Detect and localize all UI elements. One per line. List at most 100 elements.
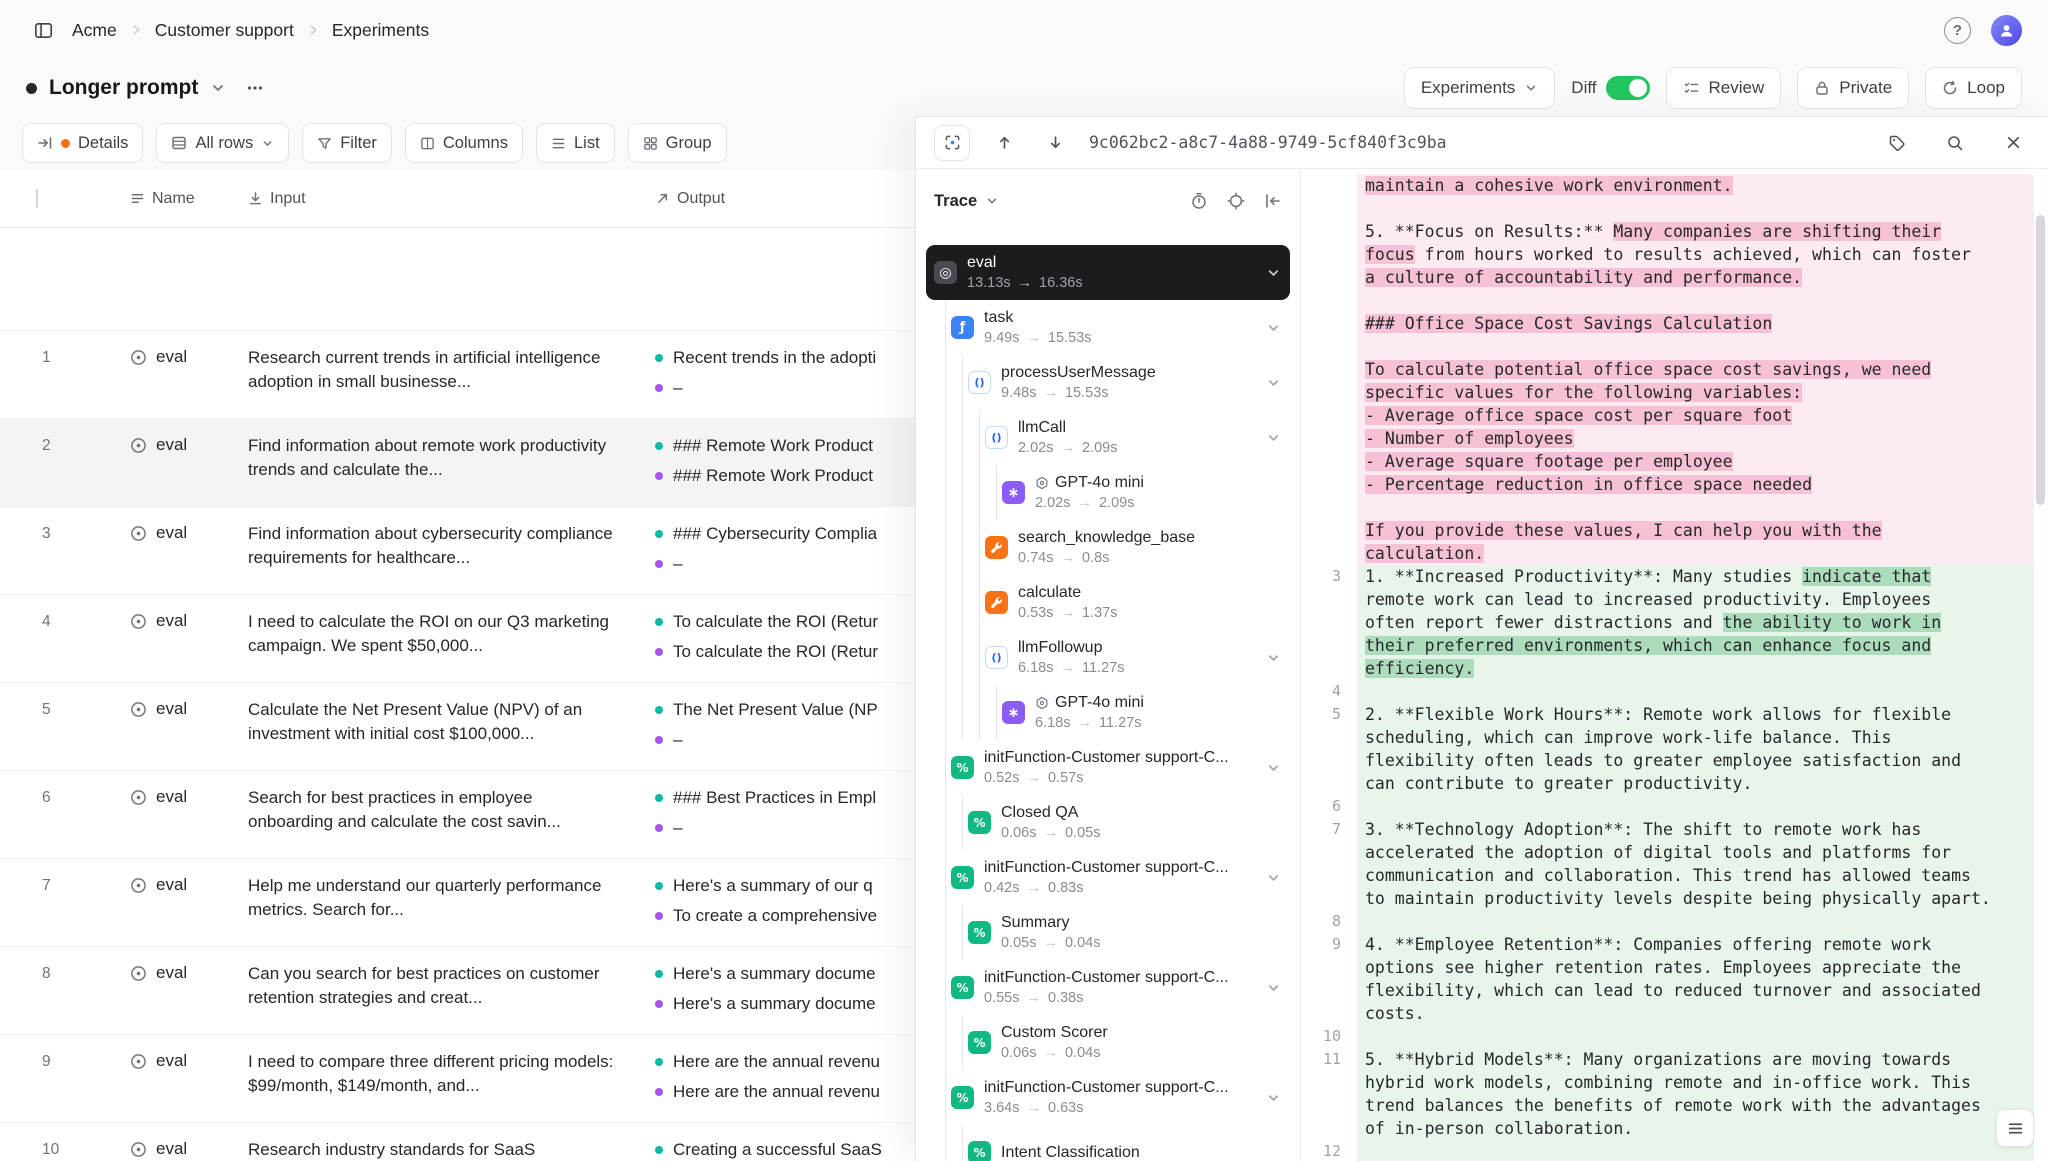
row-name-cell[interactable]: eval — [130, 331, 248, 418]
diff-line-text[interactable]: scheduling, which can improve work-life … — [1357, 726, 2034, 749]
diff-line-text[interactable]: - Average square footage per employee — [1357, 450, 2034, 473]
avatar[interactable] — [1991, 15, 2022, 46]
trace-span-row[interactable]: %Summary0.05s→0.04s — [926, 905, 1290, 960]
diff-line-text[interactable]: trend balances the benefits of remote wo… — [1357, 1094, 2034, 1117]
trace-span-row[interactable]: calculate0.53s→1.37s — [926, 575, 1290, 630]
loop-button[interactable]: Loop — [1925, 67, 2022, 109]
diff-line-text[interactable]: calculation. — [1357, 542, 2034, 565]
chevron-down-icon[interactable] — [1266, 430, 1281, 445]
search-button[interactable] — [1938, 126, 1972, 160]
row-name-cell[interactable]: eval — [130, 947, 248, 1034]
diff-line-text[interactable]: accelerated the adoption of digital tool… — [1357, 841, 2034, 864]
row-input-text[interactable]: Search for best practices in employee on… — [248, 771, 645, 858]
row-name-cell[interactable]: eval — [130, 419, 248, 506]
breadcrumb-org[interactable]: Acme — [72, 20, 117, 41]
private-button[interactable]: Private — [1797, 67, 1909, 109]
review-button[interactable]: Review — [1666, 67, 1782, 109]
chevron-down-icon[interactable] — [1266, 265, 1281, 280]
diff-line-text[interactable]: 3. **Technology Adoption**: The shift to… — [1357, 818, 2034, 841]
trace-span-row[interactable]: ∗GPT-4o mini6.18s→11.27s — [926, 685, 1290, 740]
diff-line-text[interactable]: options see higher retention rates. Empl… — [1357, 956, 2034, 979]
chevron-down-icon[interactable] — [210, 80, 226, 96]
diff-line-text[interactable] — [1357, 197, 2034, 220]
row-name-cell[interactable]: eval — [130, 1123, 248, 1161]
row-name-cell[interactable]: eval — [130, 1035, 248, 1122]
details-button[interactable]: Details — [22, 123, 143, 163]
diff-line-text[interactable]: a culture of accountability and performa… — [1357, 266, 2034, 289]
sidebar-toggle-icon[interactable] — [26, 13, 60, 47]
row-input-text[interactable]: Find information about cybersecurity com… — [248, 507, 645, 594]
diff-line-text[interactable] — [1357, 795, 2034, 818]
diff-line-text[interactable]: 4. **Employee Retention**: Companies off… — [1357, 933, 2034, 956]
diff-line-text[interactable]: To calculate potential office space cost… — [1357, 358, 2034, 381]
chevron-down-icon[interactable] — [1266, 760, 1281, 775]
trace-span-row[interactable]: ◎eval13.13s→16.36s — [926, 245, 1290, 300]
row-input-text[interactable]: Find information about remote work produ… — [248, 419, 645, 506]
diff-line-text[interactable]: 2. **Flexible Work Hours**: Remote work … — [1357, 703, 2034, 726]
diff-line-text[interactable]: remote work can lead to increased produc… — [1357, 588, 2034, 611]
list-button[interactable]: List — [536, 123, 615, 163]
trace-span-row[interactable]: %initFunction-Customer support-C...3.64s… — [926, 1070, 1290, 1125]
columns-button[interactable]: Columns — [405, 123, 523, 163]
breadcrumb-page[interactable]: Experiments — [332, 20, 429, 41]
trace-span-row[interactable]: ∗GPT-4o mini2.02s→2.09s — [926, 465, 1290, 520]
diff-line-text[interactable]: efficiency. — [1357, 657, 2034, 680]
diff-line-text[interactable]: focus from hours worked to results achie… — [1357, 243, 2034, 266]
diff-line-text[interactable]: their preferred environments, which can … — [1357, 634, 2034, 657]
row-name-cell[interactable]: eval — [130, 859, 248, 946]
close-panel-button[interactable] — [1996, 126, 2030, 160]
column-header-input[interactable]: Input — [248, 190, 645, 208]
diff-line-text[interactable]: specific values for the following variab… — [1357, 381, 2034, 404]
collapse-panel-icon[interactable] — [1264, 192, 1282, 210]
diff-line-text[interactable] — [1357, 335, 2034, 358]
trace-span-row[interactable]: %initFunction-Customer support-C...0.52s… — [926, 740, 1290, 795]
diff-line-text[interactable] — [1357, 1025, 2034, 1048]
trace-span-row[interactable]: %Intent Classification — [926, 1125, 1290, 1161]
trace-span-row[interactable]: search_knowledge_base0.74s→0.8s — [926, 520, 1290, 575]
more-actions-icon[interactable] — [238, 71, 272, 105]
row-input-text[interactable]: I need to compare three different pricin… — [248, 1035, 645, 1122]
chevron-down-icon[interactable] — [1266, 320, 1281, 335]
diff-line-text[interactable]: - Percentage reduction in office space n… — [1357, 473, 2034, 496]
row-input-text[interactable]: Calculate the Net Present Value (NPV) of… — [248, 683, 645, 770]
diff-line-text[interactable] — [1357, 680, 2034, 703]
diff-line-text[interactable]: maintain a cohesive work environment. — [1357, 174, 2034, 197]
trace-span-row[interactable]: ()processUserMessage9.48s→15.53s — [926, 355, 1290, 410]
experiment-name[interactable]: Longer prompt — [49, 76, 198, 100]
column-header-name[interactable]: Name — [130, 190, 248, 208]
diff-line-text[interactable]: - Number of employees — [1357, 427, 2034, 450]
diff-line-text[interactable] — [1357, 910, 2034, 933]
experiments-dropdown-button[interactable]: Experiments — [1404, 67, 1555, 109]
chevron-down-icon[interactable] — [1266, 650, 1281, 665]
chevron-down-icon[interactable] — [1266, 980, 1281, 995]
help-icon[interactable]: ? — [1944, 17, 1971, 44]
row-name-cell[interactable]: eval — [130, 507, 248, 594]
row-name-cell[interactable]: eval — [130, 683, 248, 770]
row-input-text[interactable]: I need to calculate the ROI on our Q3 ma… — [248, 595, 645, 682]
next-row-button[interactable] — [1038, 126, 1072, 160]
breadcrumb-project[interactable]: Customer support — [155, 20, 294, 41]
row-name-cell[interactable]: eval — [130, 771, 248, 858]
trace-span-row[interactable]: ()llmCall2.02s→2.09s — [926, 410, 1290, 465]
diff-line-text[interactable] — [1357, 289, 2034, 312]
diff-line-text[interactable]: 5. **Focus on Results:** Many companies … — [1357, 220, 2034, 243]
diff-line-text[interactable]: communication and collaboration. This tr… — [1357, 864, 2034, 887]
diff-line-text[interactable] — [1357, 1140, 2034, 1161]
previous-row-button[interactable] — [987, 126, 1021, 160]
diff-line-text[interactable]: to maintain productivity levels despite … — [1357, 887, 2034, 910]
crosshair-icon[interactable] — [1227, 192, 1245, 210]
trace-span-row[interactable]: %Closed QA0.06s→0.05s — [926, 795, 1290, 850]
diff-line-text[interactable]: can contribute to greater productivity. — [1357, 772, 2034, 795]
row-input-text[interactable]: Research current trends in artificial in… — [248, 331, 645, 418]
trace-span-row[interactable]: %initFunction-Customer support-C...0.55s… — [926, 960, 1290, 1015]
focus-span-button[interactable] — [934, 125, 970, 161]
diff-line-text[interactable]: If you provide these values, I can help … — [1357, 519, 2034, 542]
trace-span-row[interactable]: ()llmFollowup6.18s→11.27s — [926, 630, 1290, 685]
row-input-text[interactable]: Research industry standards for SaaS — [248, 1123, 645, 1161]
trace-span-row[interactable]: ƒtask9.49s→15.53s — [926, 300, 1290, 355]
scrollbar-thumb[interactable] — [2036, 215, 2045, 505]
group-button[interactable]: Group — [628, 123, 727, 163]
trace-span-row[interactable]: %initFunction-Customer support-C...0.42s… — [926, 850, 1290, 905]
row-name-cell[interactable]: eval — [130, 595, 248, 682]
diff-line-text[interactable]: ### Office Space Cost Savings Calculatio… — [1357, 312, 2034, 335]
